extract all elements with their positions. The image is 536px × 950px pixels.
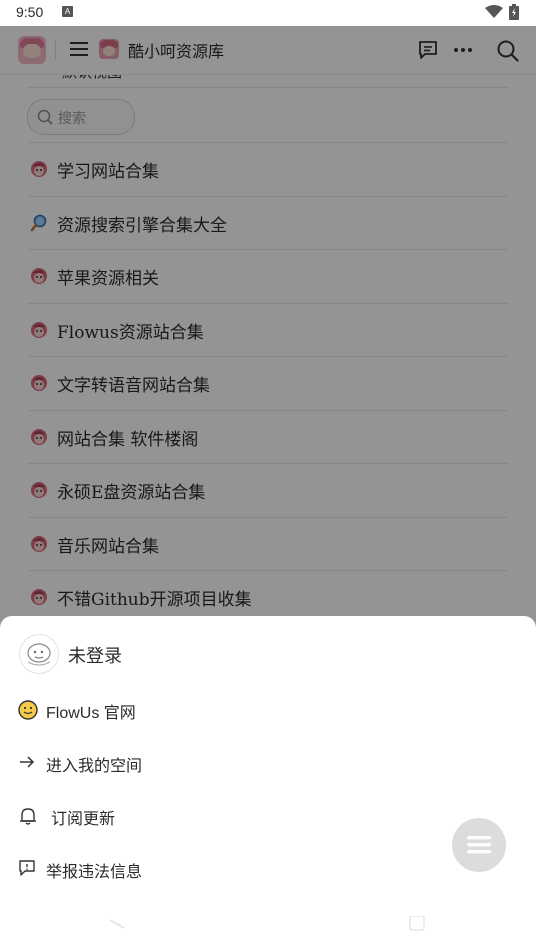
wifi-icon [485,5,503,18]
flowus-website-button[interactable]: FlowUs 官网 [18,696,218,726]
status-time: 9:50 [16,4,44,20]
report-button[interactable]: 举报违法信息 [18,855,218,885]
login-status[interactable]: 未登录 [68,642,122,668]
battery-icon [509,4,519,20]
user-avatar[interactable] [19,634,59,674]
nav-back-icon[interactable] [108,916,128,932]
guest-face-icon [27,643,51,666]
floating-menu-button[interactable] [452,818,506,872]
bell-icon [20,808,36,825]
smiley-icon [18,700,38,720]
report-icon [19,860,35,876]
subscribe-updates-button[interactable]: 订阅更新 [18,802,218,832]
notification-a-icon: A [62,6,73,17]
menu-icon [467,836,491,854]
bottom-sheet: 未登录 FlowUs 官网 进入我的空间 订阅更新 举报违法信息 [0,616,536,950]
status-bar: 9:50 A [0,0,536,26]
arrow-right-icon [20,756,35,768]
nav-recents-icon[interactable] [408,916,426,932]
report-label: 举报违法信息 [46,862,143,881]
enter-my-space-button[interactable]: 进入我的空间 [18,749,218,779]
flowus-website-label: FlowUs 官网 [46,705,136,722]
enter-my-space-label: 进入我的空间 [46,756,143,775]
subscribe-updates-label: 订阅更新 [51,809,116,828]
